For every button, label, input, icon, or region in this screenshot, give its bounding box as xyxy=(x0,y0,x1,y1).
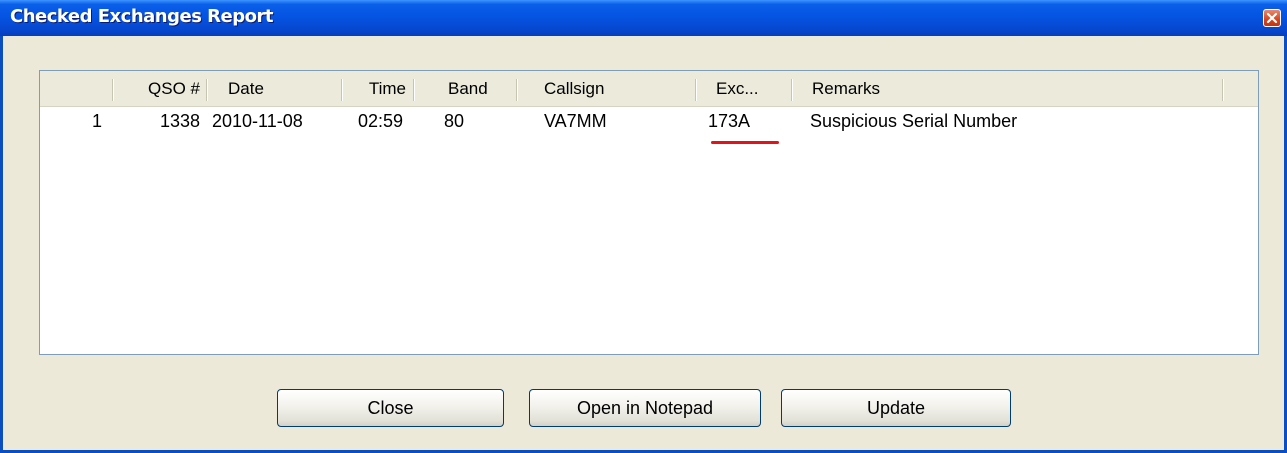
callsign-cell: VA7MM xyxy=(544,111,607,131)
column-separator[interactable] xyxy=(206,79,208,101)
checked-exchanges-window: Checked Exchanges Report QSO # Date Time… xyxy=(0,0,1287,453)
open-in-notepad-button[interactable]: Open in Notepad xyxy=(529,389,761,427)
window-title: Checked Exchanges Report xyxy=(10,6,273,27)
column-separator[interactable] xyxy=(516,79,518,101)
column-header-remarks[interactable]: Remarks xyxy=(812,71,1112,107)
exchanges-list[interactable]: QSO # Date Time Band Callsign Exc... Rem… xyxy=(39,70,1259,355)
column-separator[interactable] xyxy=(112,79,114,101)
column-header-index[interactable] xyxy=(44,71,110,107)
band-cell: 80 xyxy=(444,111,465,131)
title-bar[interactable]: Checked Exchanges Report xyxy=(0,0,1287,36)
list-header: QSO # Date Time Band Callsign Exc... Rem… xyxy=(40,71,1258,107)
column-header-date[interactable]: Date xyxy=(228,71,328,107)
exchange-highlight-underline xyxy=(711,141,779,144)
column-separator[interactable] xyxy=(791,79,793,101)
column-separator[interactable] xyxy=(341,79,343,101)
remarks-cell: Suspicious Serial Number xyxy=(810,111,1018,131)
time-cell: 02:59 xyxy=(358,111,404,131)
column-header-time[interactable]: Time xyxy=(346,71,406,107)
column-header-exchange[interactable]: Exc... xyxy=(716,71,776,107)
column-header-qso[interactable]: QSO # xyxy=(118,71,200,107)
close-button[interactable]: Close xyxy=(277,389,504,427)
column-separator[interactable] xyxy=(1222,79,1224,101)
table-row[interactable]: 1 1338 2010-11-08 02:59 80 VA7MM 173A Su… xyxy=(40,108,1258,144)
column-header-callsign[interactable]: Callsign xyxy=(544,71,664,107)
column-separator[interactable] xyxy=(413,79,415,101)
date-cell: 2010-11-08 xyxy=(212,111,303,131)
exchange-cell: 173A xyxy=(708,111,751,131)
update-button[interactable]: Update xyxy=(781,389,1011,427)
close-icon xyxy=(1266,12,1278,24)
qso-number-cell: 1338 xyxy=(159,111,200,131)
column-header-band[interactable]: Band xyxy=(448,71,508,107)
row-index: 1 xyxy=(92,111,103,131)
close-window-button[interactable] xyxy=(1263,9,1281,27)
column-separator[interactable] xyxy=(695,79,697,101)
